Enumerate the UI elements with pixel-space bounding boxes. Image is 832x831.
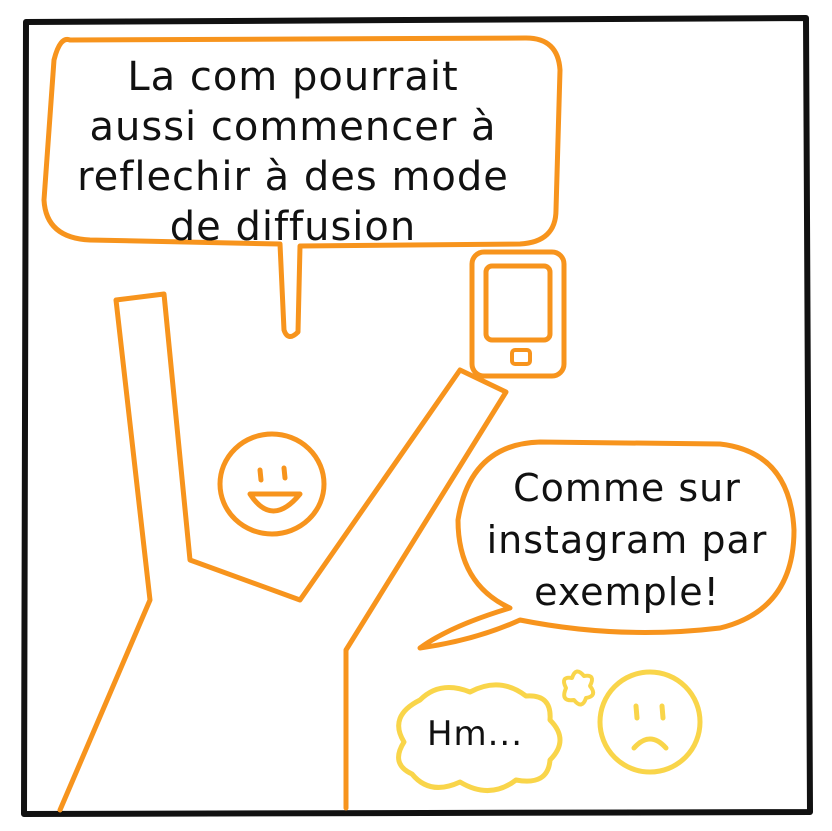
bubble-top-line: de diffusion [169, 204, 417, 250]
bubble-top-line: reflechir à des mode [77, 154, 509, 200]
bubble-right-line: exemple! [534, 570, 720, 614]
sparkle-icon [562, 669, 596, 707]
bubble-top-line: La com pourrait [127, 54, 459, 100]
bubble-top-line: aussi commencer à [89, 104, 497, 150]
speech-bubble-right-text: Comme sur instagram par exemple! [462, 462, 792, 618]
sad-face-icon [597, 669, 703, 775]
bubble-right-line: instagram par [486, 518, 768, 562]
smartphone-icon [469, 249, 567, 379]
thought-cloud-text: Hm... [426, 714, 524, 754]
bubble-right-line: Comme sur [513, 466, 741, 510]
speech-bubble-top-text: La com pourrait aussi commencer à reflec… [58, 52, 528, 252]
comic-panel: La com pourrait aussi commencer à reflec… [0, 0, 832, 831]
smiley-face-icon [217, 431, 327, 537]
